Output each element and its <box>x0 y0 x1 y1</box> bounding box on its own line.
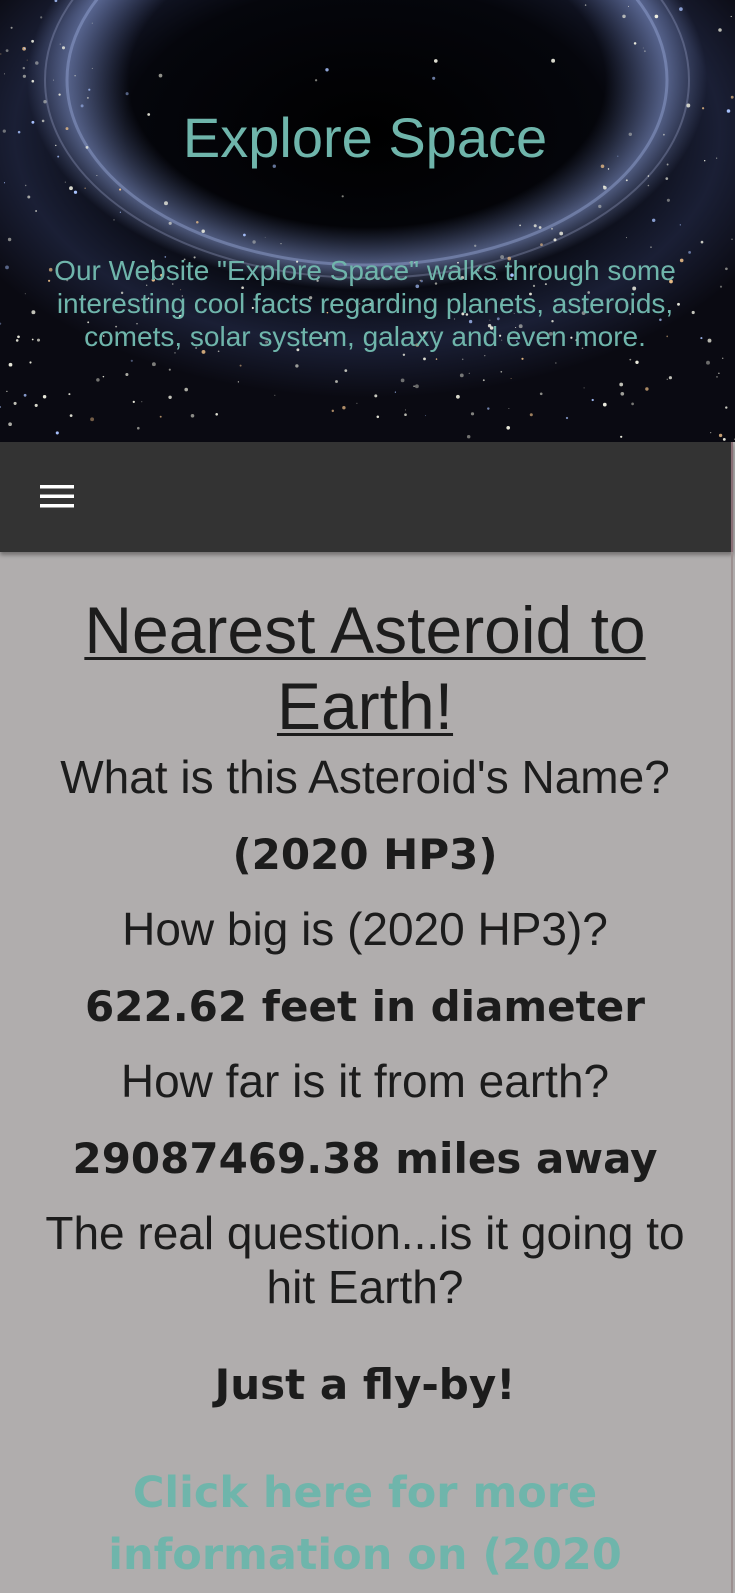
question-hit: The real question...is it going to hit E… <box>45 1207 685 1313</box>
menu-toggle-button[interactable] <box>34 474 80 518</box>
hero-banner: Explore Space Our Website "Explore Space… <box>0 0 735 442</box>
main-content: Nearest Asteroid to Earth! What is this … <box>0 552 733 1593</box>
site-description: Our Website "Explore Space" walks throug… <box>54 255 676 352</box>
navigation-bar <box>0 442 733 552</box>
answer-size: 622.62 feet in diameter <box>85 982 645 1031</box>
answer-hit: Just a fly-by! <box>214 1360 516 1409</box>
page-heading: Nearest Asteroid to Earth! <box>84 593 646 743</box>
hamburger-menu-icon <box>40 485 74 508</box>
question-name: What is this Asteroid's Name? <box>60 751 670 803</box>
question-size: How big is (2020 HP3)? <box>122 903 608 955</box>
answer-distance: 29087469.38 miles away <box>72 1134 658 1183</box>
space-background-image <box>0 0 735 442</box>
answer-name: (2020 HP3) <box>232 830 498 879</box>
question-distance: How far is it from earth? <box>120 1055 610 1107</box>
more-info-link[interactable]: Click here for more information on (2020 <box>40 1462 690 1586</box>
site-title: Explore Space <box>182 106 548 169</box>
